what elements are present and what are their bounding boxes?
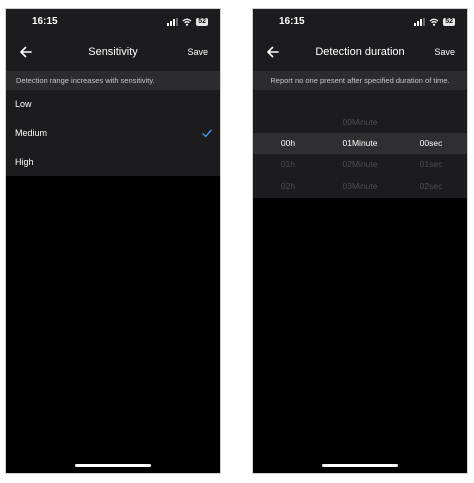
minutes-value[interactable]: 02Minute: [331, 154, 389, 175]
status-icons: 52: [167, 17, 208, 27]
signal-icon: [414, 18, 426, 26]
option-high[interactable]: High: [6, 148, 220, 177]
back-arrow-icon[interactable]: [265, 44, 281, 60]
checkmark-icon: [202, 129, 212, 138]
sensitivity-options: Low Medium High: [6, 90, 220, 176]
status-icons: 52: [414, 17, 455, 27]
duration-description: Report no one present after specified du…: [253, 71, 467, 90]
picker-row: 02h 03Minute 02sec: [253, 176, 467, 197]
status-time: 16:15: [279, 16, 305, 27]
seconds-value[interactable]: 02sec: [411, 176, 451, 197]
sensitivity-description: Detection range increases with sensitivi…: [6, 71, 220, 90]
option-label: High: [15, 157, 34, 167]
detection-duration-screen: 16:15 52 Detection duration Save Report …: [252, 8, 468, 474]
minutes-selected[interactable]: 01Minute: [331, 133, 389, 154]
minutes-value[interactable]: 03Minute: [331, 176, 389, 197]
signal-icon: [167, 18, 179, 26]
wifi-icon: [429, 18, 439, 26]
picker-selected-row: 00h 01Minute 00sec: [253, 133, 467, 154]
option-medium[interactable]: Medium: [6, 119, 220, 148]
status-time: 16:15: [32, 16, 58, 27]
nav-bar: Sensitivity Save: [6, 35, 220, 71]
hours-selected[interactable]: 00h: [271, 133, 305, 154]
sensitivity-screen: 16:15 52 Sensitivity Save Detection rang…: [5, 8, 221, 474]
status-bar: 16:15 52: [253, 9, 467, 35]
wifi-icon: [182, 18, 192, 26]
option-low[interactable]: Low: [6, 90, 220, 119]
nav-bar: Detection duration Save: [253, 35, 467, 71]
hours-value[interactable]: 02h: [271, 176, 305, 197]
home-indicator[interactable]: [322, 464, 398, 467]
seconds-selected[interactable]: 00sec: [411, 133, 451, 154]
seconds-value[interactable]: 01sec: [411, 154, 451, 175]
minutes-value[interactable]: 00Minute: [331, 112, 389, 133]
picker-row: 00Minute: [253, 112, 467, 133]
duration-picker[interactable]: 00Minute 00h 01Minute 00sec 01h 02Minute…: [253, 90, 467, 198]
save-button[interactable]: Save: [434, 47, 455, 57]
picker-row: 01h 02Minute 01sec: [253, 154, 467, 175]
option-label: Medium: [15, 128, 48, 138]
home-indicator[interactable]: [75, 464, 151, 467]
back-arrow-icon[interactable]: [18, 44, 34, 60]
battery-icon: 52: [443, 18, 455, 26]
option-label: Low: [15, 99, 32, 109]
battery-icon: 52: [196, 18, 208, 26]
status-bar: 16:15 52: [6, 9, 220, 35]
save-button[interactable]: Save: [187, 47, 208, 57]
hours-value[interactable]: 01h: [271, 154, 305, 175]
